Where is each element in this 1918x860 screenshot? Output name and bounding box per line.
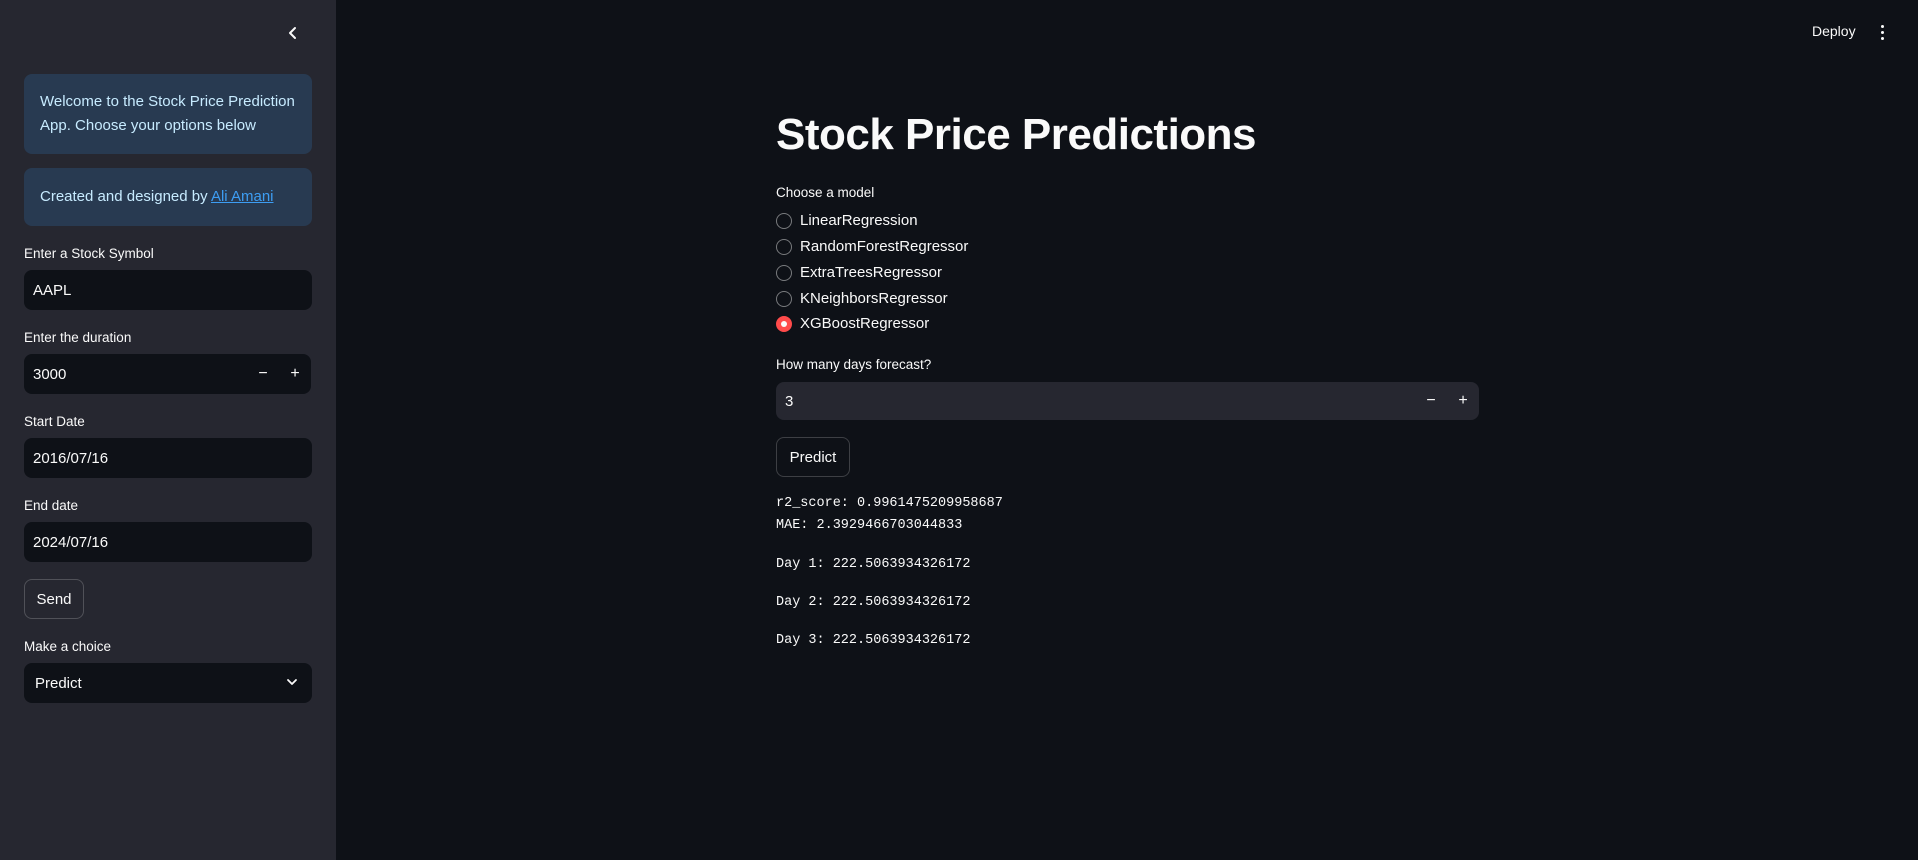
chevron-left-icon[interactable] [282,22,304,44]
end-date-input[interactable]: 2024/07/16 [24,522,312,562]
kebab-menu-icon[interactable] [1874,20,1890,44]
radio-circle[interactable] [776,212,792,229]
radio-label: XGBoostRegressor [800,315,930,332]
choice-label: Make a choice [24,639,112,654]
duration-stepper-buttons: − + [247,354,311,394]
forecast-day-1: Day 1: 222.5063934326172 [776,557,971,572]
forecast-day-3: Day 3: 222.5063934326172 [776,633,971,648]
forecast-stepper[interactable]: 3 − + [776,382,1479,420]
model-label: Choose a model [776,185,875,200]
start-date-input[interactable]: 2016/07/16 [24,438,312,478]
choice-select[interactable]: Predict [24,663,312,703]
minus-icon[interactable]: − [1415,382,1447,420]
r2-score-text: r2_score: 0.9961475209958687 [776,496,1003,511]
plus-icon[interactable]: + [1447,382,1479,420]
radio-option-xgboost[interactable]: XGBoostRegressor [776,315,929,332]
deploy-button[interactable]: Deploy [1812,23,1856,39]
send-button[interactable]: Send [24,579,84,619]
radio-label: RandomForestRegressor [800,238,969,255]
predict-button[interactable]: Predict [776,437,850,477]
radio-label: LinearRegression [800,212,918,229]
plus-icon[interactable]: + [279,354,311,394]
radio-circle[interactable] [776,264,792,281]
radio-option-random-forest[interactable]: RandomForestRegressor [776,238,968,255]
start-date-value: 2016/07/16 [33,449,109,467]
end-date-label: End date [24,498,79,513]
choice-value: Predict [35,674,82,692]
credit-prefix: Created and designed by [40,188,211,205]
welcome-text: Welcome to the Stock Price Prediction Ap… [40,93,295,134]
duration-label: Enter the duration [24,330,132,345]
radio-circle[interactable] [776,290,792,307]
symbol-value: AAPL [33,281,72,299]
sidebar: Welcome to the Stock Price Prediction Ap… [0,0,336,860]
duration-stepper[interactable]: 3000 − + [24,354,311,394]
radio-option-extra-trees[interactable]: ExtraTreesRegressor [776,264,942,281]
radio-label: ExtraTreesRegressor [800,264,942,281]
radio-option-kneighbors[interactable]: KNeighborsRegressor [776,290,948,307]
symbol-input[interactable]: AAPL [24,270,312,310]
radio-circle[interactable] [776,238,792,255]
start-date-label: Start Date [24,414,85,429]
author-link[interactable]: Ali Amani [211,188,274,205]
radio-circle-selected[interactable] [776,315,792,332]
welcome-info-box: Welcome to the Stock Price Prediction Ap… [24,74,312,154]
page-title: Stock Price Predictions [776,110,1257,159]
minus-icon[interactable]: − [247,354,279,394]
forecast-stepper-buttons: − + [1415,382,1479,420]
symbol-label: Enter a Stock Symbol [24,246,154,261]
credit-info-box: Created and designed by Ali Amani [24,168,312,226]
end-date-value: 2024/07/16 [33,533,109,551]
forecast-day-2: Day 2: 222.5063934326172 [776,595,971,610]
radio-label: KNeighborsRegressor [800,290,948,307]
duration-value: 3000 [33,365,67,383]
chevron-down-icon [286,675,298,692]
mae-text: MAE: 2.3929466703044833 [776,518,963,533]
forecast-label: How many days forecast? [776,357,932,372]
radio-option-linear-regression[interactable]: LinearRegression [776,212,918,229]
forecast-value: 3 [785,392,794,410]
